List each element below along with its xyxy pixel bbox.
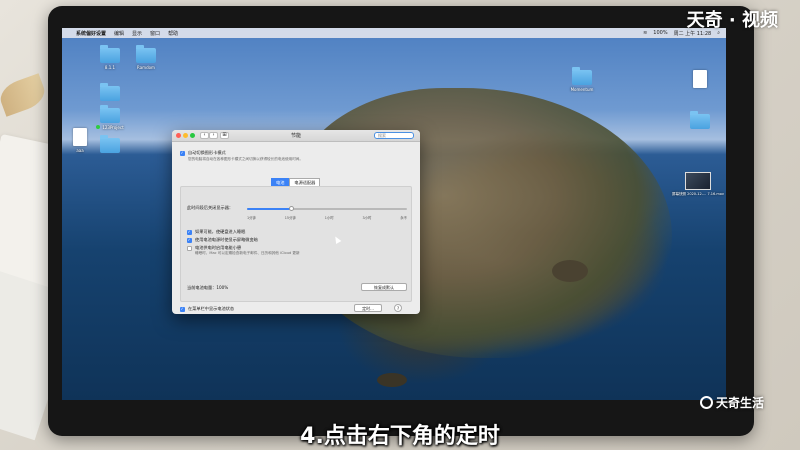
tick-label: 3小时 — [362, 216, 372, 220]
desktop-folder[interactable]: 123Project — [90, 105, 130, 130]
display-sleep-slider[interactable] — [247, 206, 407, 211]
slider-label: 此时间段后关闭显示器： — [187, 205, 234, 210]
brand-logo-icon — [699, 396, 713, 409]
checkbox-icon[interactable] — [187, 237, 192, 243]
window-titlebar: ‹ › ⊞ 节能 搜索 — [172, 130, 420, 142]
desktop-folder[interactable] — [680, 111, 720, 131]
tick-label: 1小时 — [324, 216, 334, 220]
menubar-battery-option[interactable]: 在菜单栏中显示电池状态 — [180, 306, 234, 312]
tick-label: 永不 — [400, 216, 407, 220]
leaf-decoration — [0, 73, 49, 117]
desktop-folder[interactable] — [90, 83, 130, 103]
desktop-folder[interactable]: Momentum — [562, 67, 602, 92]
energy-saver-window: ‹ › ⊞ 节能 搜索 自动切换图形卡模式 您的电脑将自动在各种图形卡模式之间切… — [172, 130, 420, 314]
desktop-icon-label: aaa — [76, 148, 84, 153]
power-nap-desc: 睡眠时，Mac 可以定期检查新电子邮件、日历和其他 iCloud 更新 — [195, 251, 300, 255]
checkbox-icon[interactable] — [180, 306, 185, 312]
folder-icon — [100, 105, 120, 123]
help-button[interactable]: ? — [394, 304, 402, 312]
desktop-folder[interactable] — [90, 135, 130, 155]
watermark-top: 天奇 · 视频 — [686, 10, 778, 31]
desktop-icon-label: Momentum — [570, 87, 594, 92]
menu-view[interactable]: 显示 — [132, 30, 142, 37]
auto-switch-desc: 您的电脑将自动在各种图形卡模式之间切换以获得较长的电池使用时间。 — [188, 157, 303, 161]
islet-2 — [377, 373, 407, 387]
desktop-file[interactable] — [680, 70, 720, 90]
menu-help[interactable]: 帮助 — [168, 30, 178, 37]
subtitle-caption: 4.点击右下角的定时 — [300, 424, 500, 449]
option-label: 如果可能，使硬盘进入睡眠 — [195, 229, 246, 234]
desktop-screen: 系统偏好设置 编辑 显示 窗口 帮助 ≋ 100% 周二 上午 11:28 ⌕ … — [62, 28, 726, 400]
watermark-bottom-text: 天奇生活 — [715, 396, 764, 410]
auto-switch-label: 自动切换图形卡模式 — [188, 150, 226, 155]
tick-label: 1分钟 — [247, 216, 256, 220]
desktop-icon-label: 屏幕快照 2020-12-... 7.16.mov — [672, 192, 724, 196]
folder-icon — [100, 45, 120, 63]
islet — [552, 260, 588, 282]
restore-defaults-button[interactable]: 恢复成默认 — [361, 283, 407, 291]
checkbox-icon[interactable] — [187, 229, 192, 235]
document-icon — [693, 70, 707, 88]
checkbox-icon[interactable] — [187, 245, 192, 251]
option-dim-display[interactable]: 使用电池电源时使显示屏略微变暗 — [187, 237, 258, 243]
folder-icon — [100, 135, 120, 153]
auto-switch-option[interactable]: 自动切换图形卡模式 — [180, 150, 226, 156]
battery-level: 当前电池电量：100% — [187, 285, 229, 290]
menu-window[interactable]: 窗口 — [150, 30, 160, 37]
desktop-icon-label: Ramdom — [137, 65, 155, 70]
slider-fill — [247, 208, 292, 210]
desktop-icon-label: 8.1.1 — [104, 65, 116, 70]
desktop-icon-label: 123Project — [96, 125, 124, 130]
search-field[interactable]: 搜索 — [374, 132, 414, 139]
folder-icon — [690, 111, 710, 129]
desktop-folder[interactable]: 8.1.1 — [90, 45, 130, 70]
video-thumbnail-icon — [685, 172, 711, 190]
watermark-bottom: 天奇生活 — [699, 394, 764, 411]
folder-icon — [100, 83, 120, 101]
desktop-video-file[interactable]: 屏幕快照 2020-12-... 7.16.mov — [672, 172, 724, 197]
option-label: 电池供电时启用电能小憩 — [195, 245, 242, 250]
schedule-button[interactable]: 定时... — [354, 304, 382, 312]
tick-label: 15分钟 — [284, 216, 296, 220]
slider-ticks: 1分钟 15分钟 1小时 3小时 永不 — [247, 215, 407, 220]
folder-icon — [572, 67, 592, 85]
settings-panel: 此时间段后关闭显示器： 1分钟 15分钟 1小时 3小时 永不 如果可能，使硬盘… — [180, 186, 412, 302]
option-disk-sleep[interactable]: 如果可能，使硬盘进入睡眠 — [187, 229, 245, 235]
option-label: 在菜单栏中显示电池状态 — [188, 306, 235, 311]
battery-percent[interactable]: 100% — [653, 30, 667, 37]
menu-bar: 系统偏好设置 编辑 显示 窗口 帮助 ≋ 100% 周二 上午 11:28 ⌕ — [62, 28, 726, 38]
option-label: 使用电池电源时使显示屏略微变暗 — [195, 237, 258, 242]
folder-icon — [136, 45, 156, 63]
slider-knob[interactable] — [289, 206, 295, 211]
menu-app-name[interactable]: 系统偏好设置 — [76, 30, 106, 37]
wifi-icon[interactable]: ≋ — [643, 30, 647, 37]
checkbox-icon[interactable] — [180, 150, 185, 156]
menu-edit[interactable]: 编辑 — [114, 30, 124, 37]
document-icon — [73, 128, 87, 146]
desktop-folder[interactable]: Ramdom — [126, 45, 166, 70]
